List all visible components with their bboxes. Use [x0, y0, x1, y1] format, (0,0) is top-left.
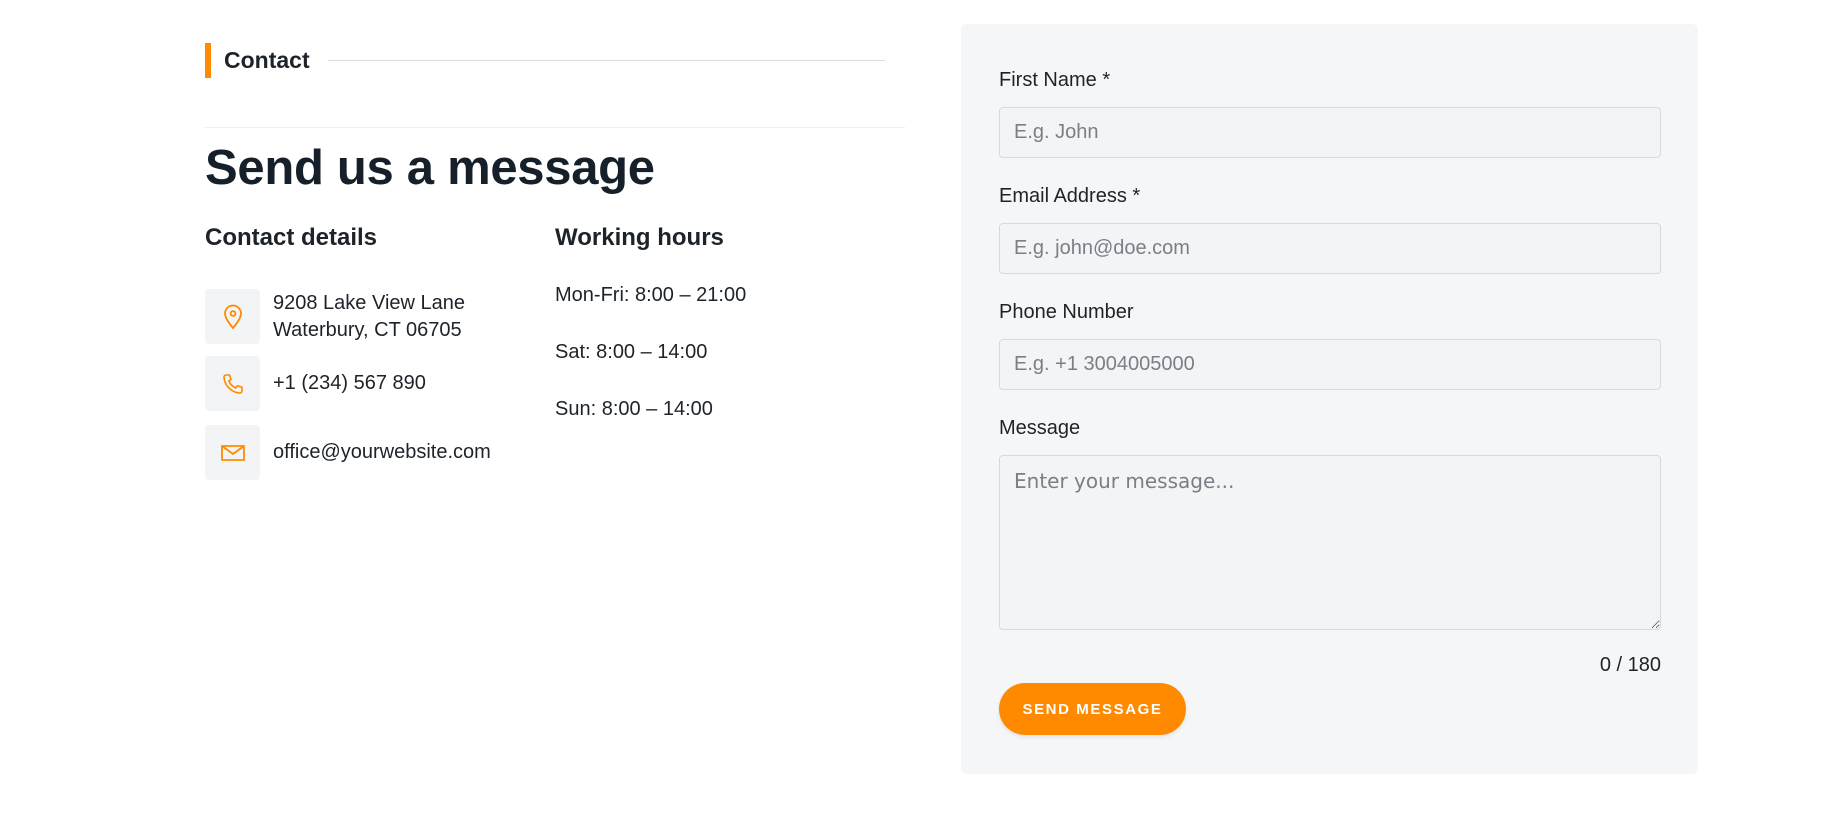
map-pin-icon [205, 289, 260, 344]
email-input[interactable] [999, 223, 1661, 274]
hours-weekdays: Mon-Fri: 8:00 – 21:00 [555, 284, 747, 306]
contact-form: First Name * Email Address * Phone Numbe… [961, 24, 1698, 774]
contact-address: 9208 Lake View Lane Waterbury, CT 06705 [205, 289, 465, 344]
page-title: Send us a message [205, 141, 655, 195]
phone-label: Phone Number [999, 301, 1134, 323]
working-hours-title: Working hours [555, 224, 724, 251]
message-label: Message [999, 417, 1081, 439]
phone-icon [205, 356, 260, 411]
section-divider [205, 127, 905, 128]
send-message-button[interactable]: SEND MESSAGE [999, 683, 1186, 735]
first-name-label: First Name * [999, 69, 1111, 91]
address-line-1: 9208 Lake View Lane [273, 291, 466, 314]
hours-saturday: Sat: 8:00 – 14:00 [555, 341, 708, 363]
contact-phone: +1 (234) 567 890 [205, 356, 426, 411]
address-text: 9208 Lake View Lane Waterbury, CT 06705 [273, 290, 465, 344]
address-line-2: Waterbury, CT 06705 [273, 318, 462, 341]
email-label: Email Address * [999, 185, 1141, 207]
section-tag-accent-bar [205, 43, 211, 78]
contact-email: office@yourwebsite.com [205, 425, 491, 480]
phone-input[interactable] [999, 339, 1661, 390]
section-tag: Contact [205, 43, 885, 78]
character-counter: 0 / 180 [1599, 654, 1661, 676]
mail-icon [205, 425, 260, 480]
phone-text: +1 (234) 567 890 [273, 372, 426, 394]
first-name-input[interactable] [999, 107, 1661, 158]
section-tag-line [327, 60, 885, 61]
hours-sunday: Sun: 8:00 – 14:00 [555, 398, 713, 420]
message-textarea[interactable] [999, 455, 1661, 630]
email-text: office@yourwebsite.com [273, 441, 491, 463]
contact-details-title: Contact details [205, 224, 378, 251]
section-tag-label: Contact [224, 47, 310, 73]
